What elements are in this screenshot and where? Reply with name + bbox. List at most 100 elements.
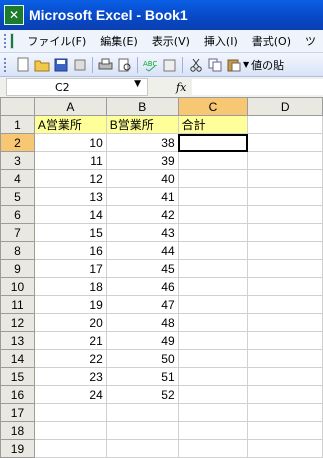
paste-icon[interactable] bbox=[225, 56, 242, 73]
cell-A15[interactable]: 23 bbox=[33, 367, 107, 386]
cell-D2[interactable] bbox=[247, 133, 323, 152]
row-header[interactable]: 2 bbox=[0, 133, 35, 152]
cell-C19[interactable] bbox=[177, 439, 249, 458]
cell-A5[interactable]: 13 bbox=[33, 187, 107, 206]
cell-C5[interactable] bbox=[177, 187, 249, 206]
cell-C4[interactable] bbox=[177, 169, 249, 188]
column-header-b[interactable]: B bbox=[105, 97, 179, 116]
cell-A1[interactable]: A営業所 bbox=[33, 115, 107, 134]
cell-A10[interactable]: 18 bbox=[33, 277, 107, 296]
row-header[interactable]: 5 bbox=[0, 187, 35, 206]
cell-C7[interactable] bbox=[177, 223, 249, 242]
cell-A6[interactable]: 14 bbox=[33, 205, 107, 224]
cell-C9[interactable] bbox=[177, 259, 249, 278]
cell-B16[interactable]: 52 bbox=[105, 385, 179, 404]
name-box-dropdown-icon[interactable]: ▼ bbox=[134, 79, 141, 89]
cell-B3[interactable]: 39 bbox=[105, 151, 179, 170]
row-header[interactable]: 3 bbox=[0, 151, 35, 170]
cell-B13[interactable]: 49 bbox=[105, 331, 179, 350]
cell-C18[interactable] bbox=[177, 421, 249, 440]
cell-B14[interactable]: 50 bbox=[105, 349, 179, 368]
workbook-icon[interactable] bbox=[10, 33, 15, 49]
select-all-corner[interactable] bbox=[0, 97, 35, 116]
cell-A14[interactable]: 22 bbox=[33, 349, 107, 368]
row-header[interactable]: 13 bbox=[0, 331, 35, 350]
cell-A18[interactable] bbox=[33, 421, 107, 440]
menu-grip[interactable] bbox=[4, 34, 7, 48]
row-header[interactable]: 11 bbox=[0, 295, 35, 314]
cell-A8[interactable]: 16 bbox=[33, 241, 107, 260]
cell-B17[interactable] bbox=[105, 403, 179, 422]
cut-icon[interactable] bbox=[187, 56, 204, 73]
cell-D15[interactable] bbox=[247, 367, 323, 386]
cell-B7[interactable]: 43 bbox=[105, 223, 179, 242]
cell-C17[interactable] bbox=[177, 403, 249, 422]
cell-B12[interactable]: 48 bbox=[105, 313, 179, 332]
row-header[interactable]: 7 bbox=[0, 223, 35, 242]
cell-B5[interactable]: 41 bbox=[105, 187, 179, 206]
cell-A3[interactable]: 11 bbox=[33, 151, 107, 170]
cell-B6[interactable]: 42 bbox=[105, 205, 179, 224]
column-header-d[interactable]: D bbox=[247, 97, 323, 116]
cell-B9[interactable]: 45 bbox=[105, 259, 179, 278]
cell-D7[interactable] bbox=[247, 223, 323, 242]
cell-D17[interactable] bbox=[247, 403, 323, 422]
row-header[interactable]: 18 bbox=[0, 421, 35, 440]
copy-icon[interactable] bbox=[206, 56, 223, 73]
cell-A13[interactable]: 21 bbox=[33, 331, 107, 350]
cell-A7[interactable]: 15 bbox=[33, 223, 107, 242]
cell-D11[interactable] bbox=[247, 295, 323, 314]
menu-edit[interactable]: 編集(E) bbox=[93, 33, 145, 49]
menu-tools[interactable]: ツ bbox=[298, 33, 323, 49]
spelling-icon[interactable]: ABC bbox=[142, 56, 159, 73]
cell-A9[interactable]: 17 bbox=[33, 259, 107, 278]
cell-D13[interactable] bbox=[247, 331, 323, 350]
cell-D19[interactable] bbox=[247, 439, 323, 458]
cell-B19[interactable] bbox=[105, 439, 179, 458]
cell-A19[interactable] bbox=[33, 439, 107, 458]
print-icon[interactable] bbox=[97, 56, 114, 73]
print-preview-icon[interactable] bbox=[116, 56, 133, 73]
cell-B11[interactable]: 47 bbox=[105, 295, 179, 314]
row-header[interactable]: 4 bbox=[0, 169, 35, 188]
row-header[interactable]: 9 bbox=[0, 259, 35, 278]
name-box[interactable]: C2 ▼ bbox=[6, 78, 148, 96]
research-icon[interactable] bbox=[161, 56, 178, 73]
cell-A2[interactable]: 10 bbox=[33, 133, 107, 152]
cell-D9[interactable] bbox=[247, 259, 323, 278]
paste-value-button[interactable]: 値の貼 bbox=[251, 57, 284, 73]
menu-file[interactable]: ファイル(F) bbox=[20, 33, 93, 49]
cell-D12[interactable] bbox=[247, 313, 323, 332]
cell-D16[interactable] bbox=[247, 385, 323, 404]
cell-C13[interactable] bbox=[177, 331, 249, 350]
cell-C1[interactable]: 合計 bbox=[177, 115, 249, 134]
excel-icon[interactable]: ✕ bbox=[4, 5, 24, 25]
cell-C10[interactable] bbox=[177, 277, 249, 296]
cell-C16[interactable] bbox=[177, 385, 249, 404]
toolbar-grip[interactable] bbox=[4, 57, 9, 72]
cell-D3[interactable] bbox=[247, 151, 323, 170]
insert-function-button[interactable]: fx bbox=[176, 81, 186, 94]
cell-A17[interactable] bbox=[33, 403, 107, 422]
cell-D8[interactable] bbox=[247, 241, 323, 260]
cell-C14[interactable] bbox=[177, 349, 249, 368]
row-header[interactable]: 19 bbox=[0, 439, 35, 458]
column-header-a[interactable]: A bbox=[33, 97, 107, 116]
cell-A12[interactable]: 20 bbox=[33, 313, 107, 332]
cell-D4[interactable] bbox=[247, 169, 323, 188]
row-header[interactable]: 16 bbox=[0, 385, 35, 404]
row-header[interactable]: 14 bbox=[0, 349, 35, 368]
row-header[interactable]: 1 bbox=[0, 115, 35, 134]
cell-D6[interactable] bbox=[247, 205, 323, 224]
cell-B4[interactable]: 40 bbox=[105, 169, 179, 188]
cell-C8[interactable] bbox=[177, 241, 249, 260]
menu-format[interactable]: 書式(O) bbox=[245, 33, 298, 49]
new-icon[interactable] bbox=[14, 56, 31, 73]
permission-icon[interactable] bbox=[71, 56, 88, 73]
menu-view[interactable]: 表示(V) bbox=[145, 33, 197, 49]
row-header[interactable]: 10 bbox=[0, 277, 35, 296]
cell-B15[interactable]: 51 bbox=[105, 367, 179, 386]
paste-dropdown-arrow-icon[interactable]: ▼ bbox=[243, 60, 249, 69]
save-icon[interactable] bbox=[52, 56, 69, 73]
cell-D18[interactable] bbox=[247, 421, 323, 440]
